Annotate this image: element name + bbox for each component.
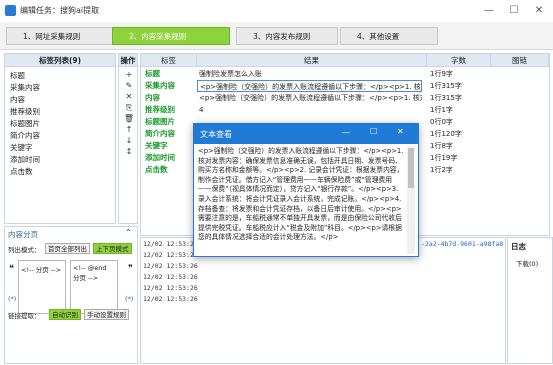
paging-start-marker[interactable]: <!-- 分页 --> (18, 260, 66, 314)
table-row-tag[interactable]: 简介内容 (145, 128, 197, 140)
tag-list-item[interactable]: 标题 (10, 70, 25, 81)
log-line: 12/02 12:53:26 (143, 284, 198, 292)
table-row-count: 0行0字 (430, 118, 453, 126)
manual-rules-button[interactable]: 手动设置规则 (84, 309, 129, 320)
app-icon (5, 5, 16, 16)
close-button[interactable]: ✕ (527, 2, 551, 20)
download-count: 下载(0) (516, 260, 539, 268)
operation-toolbar: 操作 + ✎ ✕ ⎘ 🗑 ↑ ↓ ↕ (118, 53, 138, 224)
end-code: (*) (125, 295, 134, 303)
log-line: 12/02 12:53:26 (143, 251, 198, 259)
tag-list-item[interactable]: 关键字 (10, 142, 33, 153)
table-row-count: 1行315字 (430, 82, 462, 90)
dialog-maximize-button[interactable]: ☐ (370, 127, 377, 136)
tag-list-item[interactable]: 内容 (10, 94, 25, 105)
table-row-count: 1行8字 (430, 142, 453, 150)
table-row-tag[interactable]: 内容 (145, 92, 197, 104)
add-icon[interactable]: + (119, 70, 139, 79)
log-line: 12/02 12:53:26 (143, 240, 198, 248)
collapse-icon[interactable]: ⌃ (125, 228, 132, 237)
edit-icon[interactable]: ✎ (119, 81, 139, 90)
mode-all-button[interactable]: 首页全部列出 (45, 243, 90, 254)
quote-close-icon: ❞ (128, 264, 133, 274)
log-line: 12/02 12:53:26 (143, 295, 198, 303)
content-paging-panel: 内容分页 ⌃ 列出模式： 首页全部列出 上下页模式 ❝ <!-- 分页 --> … (4, 226, 138, 364)
step-tabs: 1、网址采集规则 2、内容采集规则 3、内容发布规则 4、其他设置 (0, 22, 553, 50)
list-mode-label: 列出模式： (8, 246, 41, 254)
table-row-count: 1行1字 (430, 106, 453, 114)
maximize-button[interactable]: ☐ (502, 2, 526, 20)
move-down-icon[interactable]: ↓ (119, 136, 139, 145)
column-header-tag: 标签 (141, 54, 197, 67)
table-row-tag[interactable]: 标题图片 (145, 116, 197, 128)
window-title: 编辑任务：搜狗ai提取 (20, 6, 100, 15)
log-side-panel: 日志 下载(0) (507, 237, 553, 364)
trash-icon[interactable]: 🗑 (119, 114, 139, 123)
step-tab-url-rules[interactable]: 1、网址采集规则 (6, 27, 124, 45)
table-row-tag[interactable]: 推荐级别 (145, 104, 197, 116)
log-line: 12/02 12:53:26 (143, 273, 198, 281)
tag-list-header: 标签列表(9) (5, 54, 115, 67)
table-row-result[interactable]: <p>强制险（交强险）的发票入账流程遵循以下步骤：</p><p>1. 核对发 (197, 92, 422, 104)
start-code: (*) (8, 295, 17, 303)
table-row-result[interactable]: 强制险发票怎么入账 (197, 68, 422, 80)
copy-icon[interactable]: ⎘ (119, 103, 139, 113)
tag-list-item[interactable]: 推荐级别 (10, 106, 40, 117)
column-header-image: 图链 (491, 54, 549, 67)
dialog-minimize-button[interactable]: — (342, 128, 350, 137)
table-row-count: 1行315字 (430, 94, 462, 102)
tag-list-item[interactable]: 采集内容 (10, 82, 40, 93)
mode-next-button[interactable]: 上下页模式 (93, 243, 132, 254)
text-view-dialog: 文本查看 — ☐ ✕ <p>强制险（交强险）的发票入账流程遵循以下步骤：</p>… (193, 123, 419, 257)
table-row-tag[interactable]: 添加时间 (145, 152, 197, 164)
step-tab-other-settings[interactable]: 4、其他设置 (340, 27, 438, 45)
sort-icon[interactable]: ↕ (119, 147, 139, 156)
dialog-titlebar: 文本查看 — ☐ ✕ (194, 124, 418, 144)
dialog-scrollbar[interactable] (407, 146, 415, 254)
table-row-tag[interactable]: 点击数 (145, 164, 197, 176)
column-header-count: 字数 (427, 54, 491, 67)
scrollbar-thumb[interactable] (408, 148, 414, 188)
delete-icon[interactable]: ✕ (119, 92, 139, 101)
table-row-result-selected[interactable]: <p>强制险（交强险）的发票入账流程遵循以下步骤：</p><p>1. 核对发 (197, 80, 422, 92)
tag-list-item[interactable]: 简介内容 (10, 130, 40, 141)
log-line: 12/02 12:53:26 (143, 262, 198, 270)
dialog-close-button[interactable]: ✕ (397, 127, 404, 136)
table-row-count: 1行2字 (430, 166, 453, 174)
table-row-count: 1行19字 (430, 154, 458, 162)
move-up-icon[interactable]: ↑ (119, 125, 139, 134)
step-tab-content-rules[interactable]: 2、内容采集规则 (112, 27, 230, 45)
auto-detect-button[interactable]: 自动识别 (49, 309, 81, 320)
quote-open-icon: ❝ (9, 264, 14, 274)
table-row-result[interactable]: 4 (197, 104, 422, 116)
table-row-tag[interactable]: 采集内容 (145, 80, 197, 92)
log-tab[interactable]: 日志 (511, 241, 526, 252)
step-tab-publish-rules[interactable]: 3、内容发布规则 (236, 27, 338, 45)
tag-list-item[interactable]: 点击数 (10, 166, 33, 177)
dialog-title: 文本查看 (200, 130, 232, 139)
window-titlebar: 编辑任务：搜狗ai提取 — ☐ ✕ (0, 0, 553, 22)
column-header-result: 结果 (197, 54, 427, 67)
minimize-button[interactable]: — (477, 2, 501, 20)
tag-list-item[interactable]: 标题图片 (10, 118, 40, 129)
tag-list-panel: 标签列表(9) 标题 采集内容 内容 推荐级别 标题图片 简介内容 关键字 添加… (4, 53, 116, 224)
table-row-count: 1行120字 (430, 130, 462, 138)
table-row-tag[interactable]: 关键字 (145, 140, 197, 152)
paging-header: 内容分页 (8, 230, 38, 239)
paging-end-marker[interactable]: <!-- @end 分页 --> (70, 260, 118, 314)
table-row-tag[interactable]: 标题 (145, 68, 197, 80)
link-extract-label: 链接提取： (8, 312, 41, 320)
tag-list-item[interactable]: 添加时间 (10, 154, 40, 165)
dialog-text-content[interactable]: <p>强制险（交强险）的发票入账流程遵循以下步骤：</p><p>1. 核对发票内… (198, 147, 404, 255)
operation-header: 操作 (119, 54, 137, 67)
table-row-count: 1行9字 (430, 70, 453, 78)
log-snippet: -2a2-4b7d-9601-a98fa8 (421, 240, 504, 248)
